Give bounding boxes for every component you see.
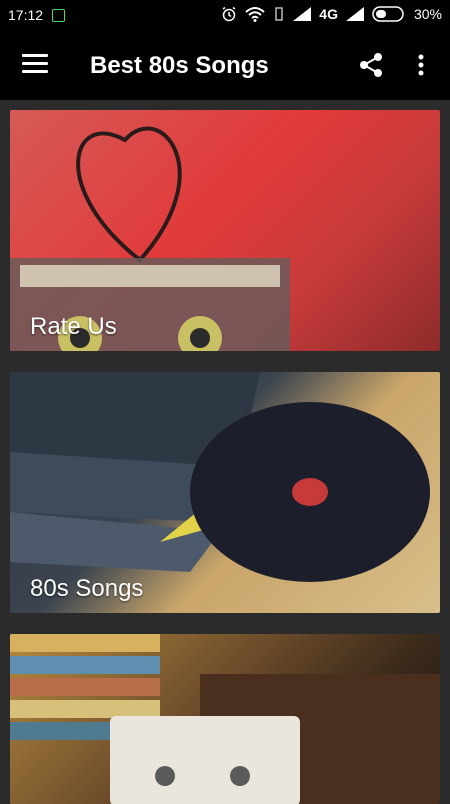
alarm-icon [222,6,236,22]
battery-icon [372,6,404,22]
card-label: 80s Songs [30,575,144,602]
signal-icon-2 [345,7,364,21]
status-icons: 4G 30% [221,6,442,22]
wifi-icon [245,7,265,22]
app-toolbar: Best 80s Songs [0,32,450,100]
card-rate-us[interactable]: Rate Us [10,110,440,351]
card-label: Rate Us [30,313,117,340]
network-type: 4G [319,6,338,22]
signal-icon [293,7,312,21]
share-icon[interactable] [358,52,384,78]
menu-icon[interactable] [22,54,48,78]
status-bar: 17:12 4G 30% [0,0,450,32]
more-options-icon[interactable] [414,52,428,78]
cassette-tapes-image [10,634,440,804]
battery-percent: 30% [413,6,442,22]
page-title: Best 80s Songs [90,52,269,79]
status-time: 17:12 [8,7,44,23]
app-notification-icon [52,9,65,22]
card-80s-songs[interactable]: 80s Songs [10,372,440,613]
vibrate-icon [275,7,284,21]
card-cassettes[interactable] [10,634,440,804]
